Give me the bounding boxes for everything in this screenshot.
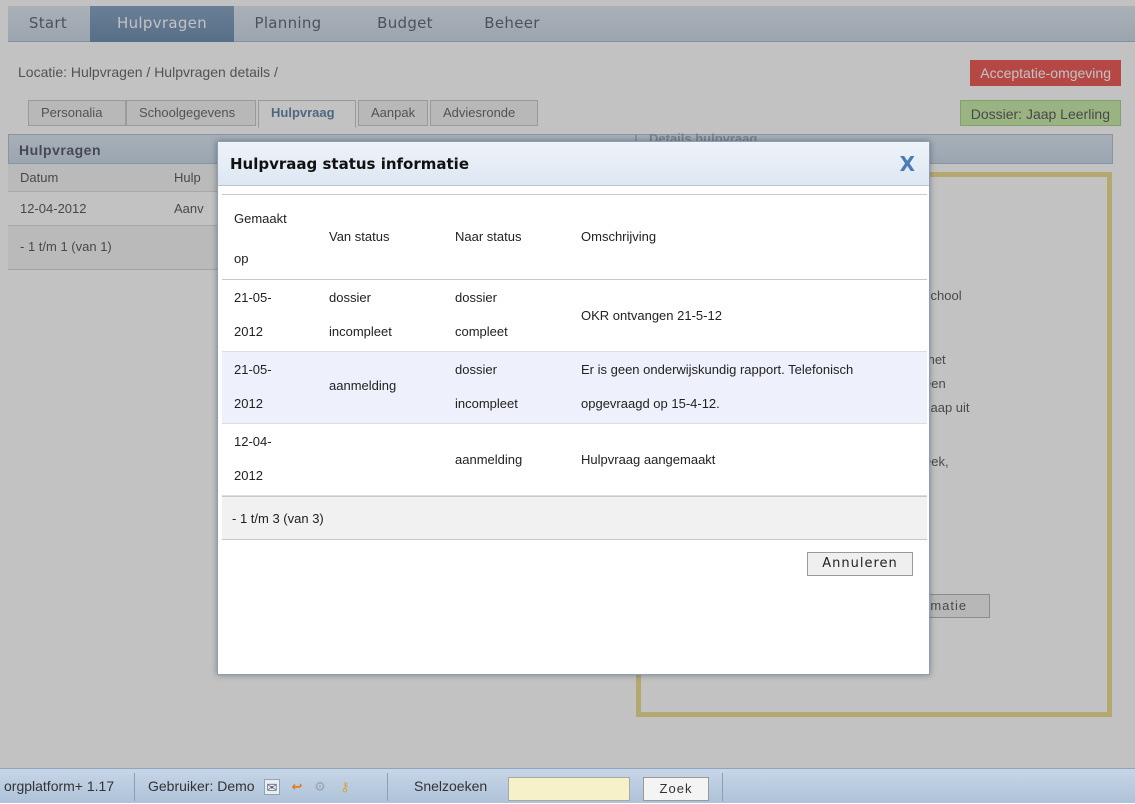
cell-date: 21-05- [234, 362, 272, 377]
user-label: Gebruiker: Demo [148, 778, 255, 794]
cell-description: OKR ontvangen 21-5-12 [581, 308, 722, 323]
table-pagination: - 1 t/m 3 (van 3) [222, 496, 927, 540]
cell-to-status: compleet [455, 324, 508, 339]
cell-to-status: aanmelding [455, 452, 523, 467]
key-icon[interactable]: ⚷ [337, 779, 353, 795]
status-info-dialog: Hulpvraag status informatie X Gemaakt op… [217, 141, 930, 675]
table-row: 12-04- 2012 aanmelding Hulpvraag aangema… [222, 424, 927, 496]
cell-to-status: dossier [455, 290, 497, 305]
separator [134, 773, 135, 801]
cell-date: 12-04- [234, 434, 272, 449]
status-bar: orgplatform+ 1.17 Gebruiker: Demo ✉ ↩ ⚙ … [0, 768, 1135, 803]
cell-date: 21-05- [234, 290, 272, 305]
cell-date: 2012 [234, 324, 263, 339]
cell-from-status: dossier [329, 290, 371, 305]
table-row: 21-05- 2012 dossier incompleet dossier c… [222, 280, 927, 352]
cell-from-status: aanmelding [329, 378, 397, 393]
cell-description: Hulpvraag aangemaakt [581, 452, 716, 467]
column-header-to-status: Naar status [455, 229, 522, 244]
column-header-made-on: Gemaakt [234, 211, 287, 226]
cell-date: 2012 [234, 468, 263, 483]
separator [387, 773, 388, 801]
quick-search-input[interactable] [508, 777, 630, 801]
status-history-table: Gemaakt op Van status Naar status Omschr… [222, 194, 927, 540]
mail-icon[interactable]: ✉ [264, 779, 280, 795]
cell-to-status: incompleet [455, 396, 518, 411]
search-label: Snelzoeken [414, 778, 488, 794]
arrow-icon[interactable]: ↩ [289, 779, 305, 795]
version-label: orgplatform+ 1.17 [4, 778, 115, 794]
cell-from-status: incompleet [329, 324, 392, 339]
cell-description: opgevraagd op 15-4-12. [581, 396, 720, 411]
column-header-made-on-2: op [234, 251, 249, 266]
dialog-title: Hulpvraag status informatie [230, 155, 469, 173]
search-button[interactable]: Zoek [643, 777, 709, 801]
dialog-titlebar: Hulpvraag status informatie X [218, 142, 929, 186]
gear-icon[interactable]: ⚙ [312, 779, 328, 795]
table-row: 21-05- 2012 aanmelding dossier incomplee… [222, 352, 927, 424]
column-header-description: Omschrijving [581, 229, 657, 244]
cell-date: 2012 [234, 396, 263, 411]
close-icon[interactable]: X [900, 152, 915, 176]
column-header-from-status: Van status [329, 229, 390, 244]
table-header: Gemaakt op Van status Naar status Omschr… [222, 194, 927, 280]
cancel-button[interactable]: Annuleren [807, 552, 913, 576]
cell-description: Er is geen onderwijskundig rapport. Tele… [581, 362, 854, 377]
cell-to-status: dossier [455, 362, 497, 377]
separator [722, 773, 723, 801]
